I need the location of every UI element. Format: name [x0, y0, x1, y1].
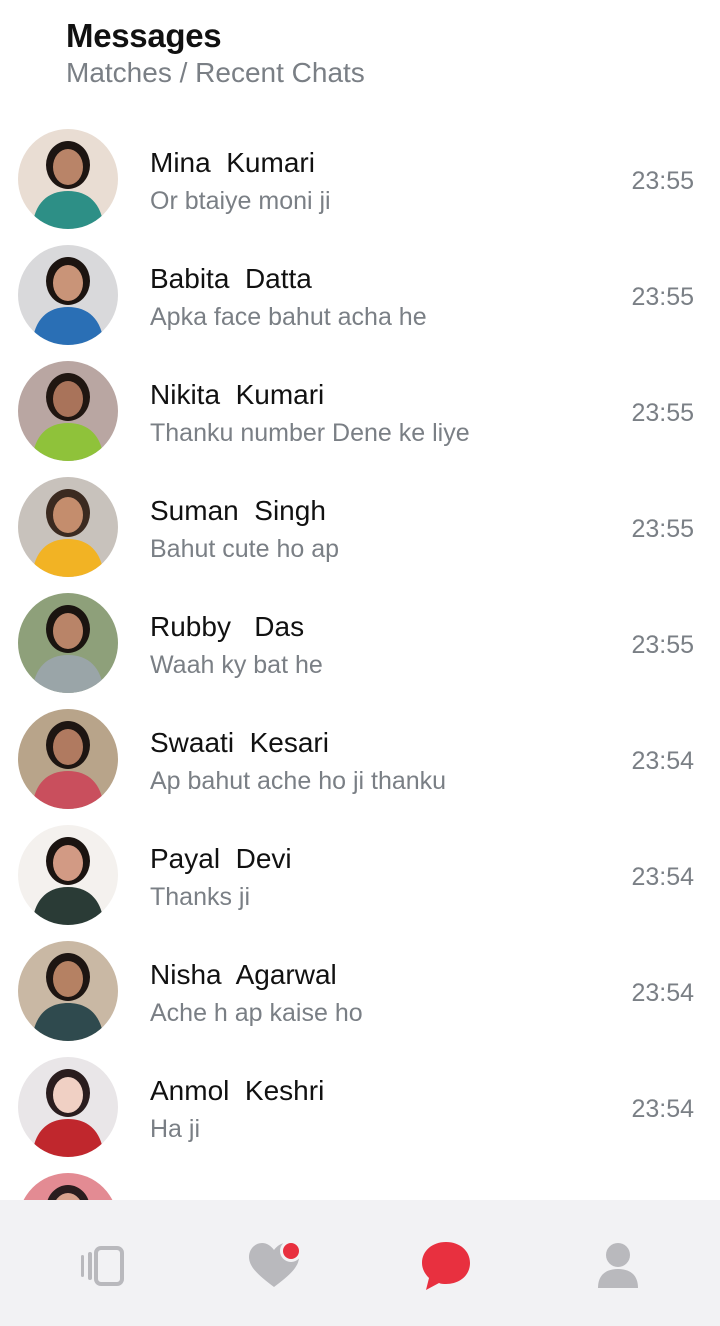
chat-row[interactable]: Nikita Kumari Thanku number Dene ke liye…: [0, 348, 720, 464]
tab-likes[interactable]: [246, 1238, 302, 1294]
chat-row[interactable]: Rubby Das Waah ky bat he 23:55: [0, 580, 720, 696]
avatar-portrait: [18, 361, 118, 461]
avatar-portrait: [18, 593, 118, 693]
contact-name: Nikita Kumari: [150, 379, 325, 410]
avatar-portrait: [18, 1173, 118, 1200]
chat-row[interactable]: Anmol Keshri Ha ji 23:54: [0, 1044, 720, 1160]
last-message: Waah ky bat he: [150, 651, 323, 679]
bottom-navigation: [0, 1200, 720, 1326]
message-time: 23:54: [631, 979, 694, 1007]
tab-discover[interactable]: [74, 1238, 130, 1294]
last-message: Thanku number Dene ke liye: [150, 419, 470, 447]
avatar[interactable]: [18, 477, 118, 577]
avatar-portrait: [18, 129, 118, 229]
chat-bubble-icon: [422, 1242, 470, 1290]
contact-name: Anmol Keshri: [150, 1075, 325, 1106]
tab-messages[interactable]: [418, 1238, 474, 1294]
avatar[interactable]: [18, 1057, 118, 1157]
message-time: 23:55: [631, 515, 694, 543]
chat-row[interactable]: Suman Singh Bahut cute ho ap 23:55: [0, 464, 720, 580]
avatar[interactable]: [18, 941, 118, 1041]
last-message: Apka face bahut acha he: [150, 303, 427, 331]
avatar-portrait: [18, 245, 118, 345]
contact-name: Rubby Das: [150, 611, 305, 642]
last-message: Ha ji: [150, 1115, 201, 1143]
message-time: 23:54: [631, 1095, 694, 1123]
page-title: Messages: [66, 17, 222, 54]
last-message: Bahut cute ho ap: [150, 535, 340, 563]
chat-row[interactable]: Payal Devi Thanks ji 23:54: [0, 812, 720, 928]
header: Messages Matches / Recent Chats: [66, 14, 365, 90]
avatar[interactable]: [18, 245, 118, 345]
contact-name: Suman Singh: [150, 495, 326, 526]
chat-row[interactable]: Babita Datta Apka face bahut acha he 23:…: [0, 232, 720, 348]
avatar[interactable]: [18, 593, 118, 693]
last-message: Or btaiye moni ji: [150, 187, 331, 215]
last-message: Ap bahut ache ho ji thanku: [150, 767, 447, 795]
avatar-portrait: [18, 1057, 118, 1157]
contact-name: Nisha Agarwal: [150, 959, 337, 990]
contact-name: Babita Datta: [150, 263, 312, 294]
chat-row[interactable]: Swaati Kesari Ap bahut ache ho ji thanku…: [0, 696, 720, 812]
page-subtitle: Matches / Recent Chats: [66, 57, 365, 88]
avatar-portrait: [18, 825, 118, 925]
avatar-portrait: [18, 477, 118, 577]
message-time: 23:55: [631, 167, 694, 195]
message-time: 23:54: [631, 747, 694, 775]
message-time: 23:55: [631, 631, 694, 659]
heart-notification-icon: [249, 1240, 302, 1287]
avatar[interactable]: [18, 825, 118, 925]
avatar[interactable]: [18, 361, 118, 461]
chat-row[interactable]: Mina Kumari Or btaiye moni ji 23:55: [0, 116, 720, 232]
tab-profile[interactable]: [590, 1238, 646, 1294]
contact-name: Mina Kumari: [150, 147, 315, 178]
last-message: Ache h ap kaise ho: [150, 999, 363, 1027]
avatar[interactable]: [18, 709, 118, 809]
contact-name: Swaati Kesari: [150, 727, 329, 758]
avatar[interactable]: [18, 129, 118, 229]
contact-name: Payal Devi: [150, 843, 292, 874]
message-time: 23:54: [631, 863, 694, 891]
chat-row-partial[interactable]: [0, 1160, 720, 1200]
notification-badge: [283, 1243, 299, 1259]
message-time: 23:55: [631, 283, 694, 311]
last-message: Thanks ji: [150, 883, 251, 911]
avatar-portrait: [18, 709, 118, 809]
avatar-portrait: [18, 941, 118, 1041]
chat-row[interactable]: Nisha Agarwal Ache h ap kaise ho 23:54: [0, 928, 720, 1044]
cards-stack-icon: [81, 1246, 124, 1286]
chat-list[interactable]: Mina Kumari Or btaiye moni ji 23:55 Babi…: [0, 116, 720, 1200]
profile-icon: [598, 1243, 638, 1288]
message-time: 23:55: [631, 399, 694, 427]
avatar[interactable]: [18, 1173, 118, 1200]
